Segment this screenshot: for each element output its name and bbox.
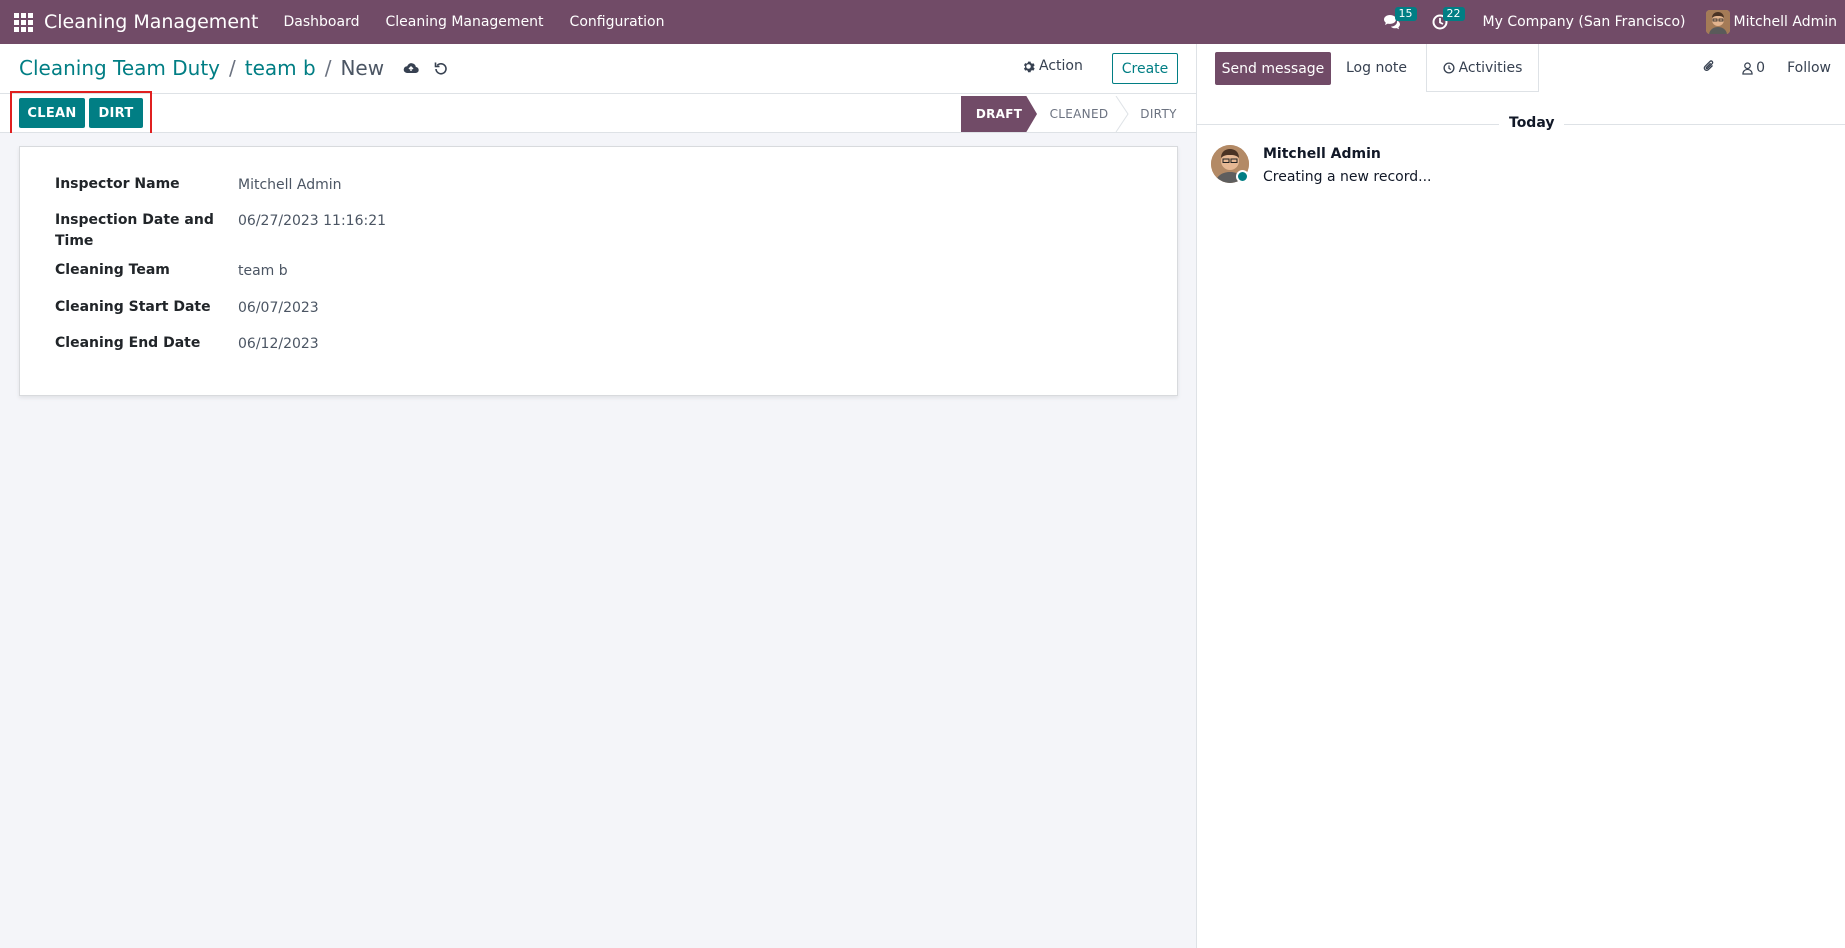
menu-configuration[interactable]: Configuration [557, 14, 678, 30]
inspector-name-field[interactable]: Mitchell Admin [238, 175, 342, 196]
paperclip-icon[interactable] [1702, 58, 1716, 78]
highlight-box [10, 91, 152, 135]
send-message-button[interactable]: Send message [1215, 52, 1331, 85]
control-panel: Cleaning Team Duty / team b / New Action… [0, 44, 1196, 94]
inspection-date-label: Inspection Date and Time [55, 210, 214, 252]
inspection-datetime-field[interactable]: 06/27/2023 11:16:21 [238, 211, 386, 232]
gear-icon [1023, 61, 1035, 72]
cleaning-team-field[interactable]: team b [238, 261, 288, 282]
app-name[interactable]: Cleaning Management [44, 11, 259, 33]
user-menu[interactable]: Mitchell Admin [1705, 10, 1838, 34]
follow-button[interactable]: Follow [1787, 60, 1831, 76]
cleaning-team-label: Cleaning Team [55, 262, 170, 278]
inspector-name-label: Inspector Name [55, 176, 180, 192]
company-switcher[interactable]: My Company (San Francisco) [1483, 14, 1686, 30]
stage-cleaned[interactable]: CLEANED [1037, 96, 1121, 132]
messages-badge: 15 [1394, 7, 1417, 21]
chatter-topbar-right: 0 Follow [1702, 58, 1831, 78]
stage-dirty[interactable]: DIRTY [1121, 96, 1196, 132]
menu-dashboard[interactable]: Dashboard [271, 14, 373, 30]
cleaning-end-date-field[interactable]: 06/12/2023 [238, 334, 319, 355]
cleaning-end-date-label: Cleaning End Date [55, 335, 201, 351]
create-button[interactable]: Create [1112, 53, 1178, 84]
form-sheet: Inspector Name Mitchell Admin Inspection… [19, 146, 1178, 396]
clock-icon [1443, 61, 1455, 74]
action-menu-button[interactable]: Action [1022, 58, 1083, 74]
breadcrumb: Cleaning Team Duty / team b / New [19, 56, 450, 80]
date-separator-label: Today [1499, 115, 1565, 131]
message-body: Creating a new record... [1263, 169, 1432, 185]
followers-button[interactable]: 0 [1742, 60, 1765, 76]
breadcrumb-separator: / [229, 56, 236, 80]
inspection-date-label-line2: Time [55, 233, 94, 249]
stage-draft[interactable]: DRAFT [961, 96, 1037, 132]
breadcrumb-separator: / [324, 56, 332, 80]
menu-cleaning-management[interactable]: Cleaning Management [372, 14, 556, 30]
save-cloud-icon[interactable] [402, 59, 420, 77]
online-status-indicator [1236, 170, 1249, 183]
message-author[interactable]: Mitchell Admin [1263, 146, 1381, 162]
activities-button[interactable]: Activities [1426, 44, 1539, 92]
breadcrumb-current: New [340, 56, 385, 80]
cleaning-start-date-label: Cleaning Start Date [55, 299, 211, 315]
top-navbar: Cleaning Management Dashboard Cleaning M… [0, 0, 1845, 44]
user-icon [1742, 61, 1753, 75]
discard-undo-icon[interactable] [432, 59, 450, 77]
inspection-date-label-line1: Inspection Date and [55, 212, 214, 228]
breadcrumb-parent[interactable]: team b [245, 56, 316, 80]
log-note-button[interactable]: Log note [1331, 44, 1422, 92]
user-avatar [1705, 10, 1730, 34]
messages-icon[interactable]: 15 [1381, 7, 1417, 33]
main-menu: Dashboard Cleaning Management Configurat… [271, 14, 678, 30]
activities-badge: 22 [1442, 7, 1465, 21]
cleaning-start-date-field[interactable]: 06/07/2023 [238, 298, 319, 319]
action-label: Action [1039, 58, 1083, 74]
chatter-panel: Send message Log note Activities 0 Follo… [1196, 44, 1845, 948]
activities-clock-icon[interactable]: 22 [1429, 7, 1465, 33]
apps-menu-icon[interactable] [13, 12, 33, 32]
user-name: Mitchell Admin [1733, 14, 1838, 30]
navbar-systray: 15 22 My Company (San Francisco) Mitchel… [1381, 0, 1845, 44]
followers-count: 0 [1756, 60, 1766, 76]
breadcrumb-root[interactable]: Cleaning Team Duty [19, 56, 220, 80]
activities-label: Activities [1458, 59, 1523, 76]
